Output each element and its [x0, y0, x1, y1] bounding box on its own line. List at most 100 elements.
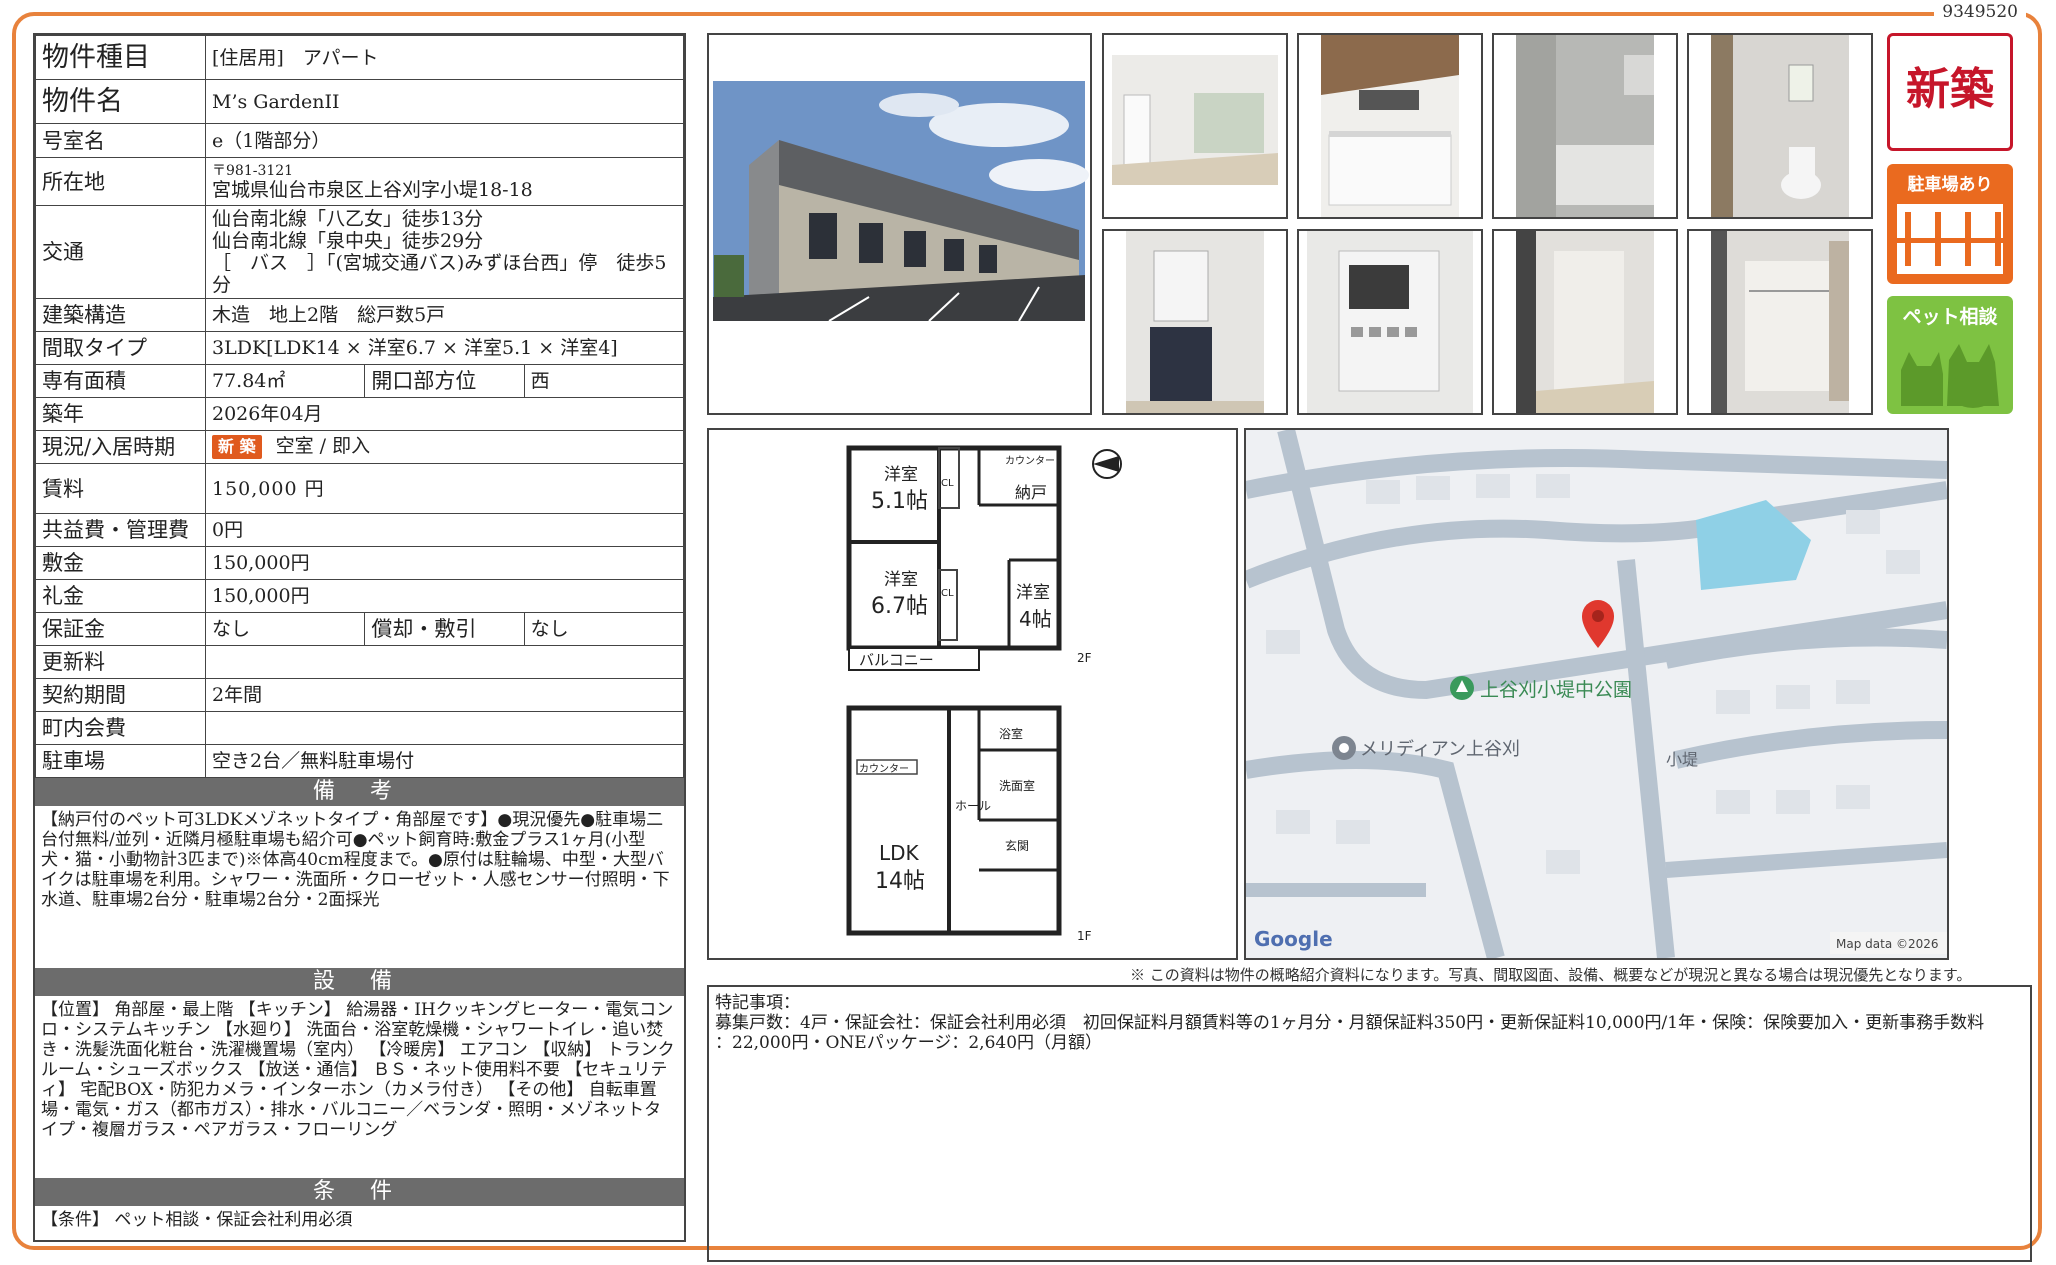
status-label: 現況/入居時期	[35, 430, 206, 464]
status-value: 空室 / 即入	[275, 435, 371, 457]
exterior-photo-image	[709, 35, 1090, 413]
structure-value: 木造 地上2階 総戸数5戸	[205, 298, 684, 332]
map-attribution: Map data ©2026	[1836, 937, 1939, 951]
address-value: 宮城県仙台市泉区上谷刈字小堤18-18	[212, 178, 533, 201]
photo-bathroom	[1492, 33, 1678, 219]
fp-hall: ホール	[955, 799, 991, 813]
intercom-image	[1307, 231, 1473, 413]
photo-washroom	[1102, 229, 1288, 415]
fp-room1-size: 5.1帖	[871, 489, 928, 514]
kitchen-image	[1321, 35, 1459, 217]
map-area-label: 小堤	[1666, 750, 1698, 769]
photo-closet	[1687, 229, 1873, 415]
fp-room2: 洋室	[884, 570, 918, 590]
fp-ldk: LDK	[879, 841, 920, 865]
photo-intercom	[1297, 229, 1483, 415]
photo-kitchen	[1297, 33, 1483, 219]
fp-floor-2f: 2F	[1077, 651, 1092, 665]
location-map[interactable]: 上谷刈小堤中公園 メリディアン上谷刈 小堤 Google Map data ©2…	[1244, 428, 1949, 960]
fp-counter-2f: カウンター	[1005, 455, 1055, 467]
room-label: 号室名	[35, 123, 206, 158]
keymoney-label: 礼金	[35, 579, 206, 613]
name-value: M’s GardenII	[205, 79, 684, 124]
transport-line-3: ［ バス ］「(宮城交通バス)みずほ台西」停 徒歩5分	[212, 252, 667, 296]
status-cell: 新 築 空室 / 即入	[205, 430, 684, 464]
type-value: [住居用] アパート	[205, 35, 684, 80]
contract-label: 契約期間	[35, 678, 206, 712]
special-notes: 特記事項： 募集戸数：4戸・保証会社：保証会社利用必須 初回保証料月額賃料等の1…	[707, 985, 2032, 1262]
pet-badge: ペット相談	[1887, 296, 2013, 414]
parking-badge: 駐車場あり	[1887, 164, 2013, 284]
building-marker-icon	[1332, 736, 1356, 760]
parking-badge-text: 駐車場あり	[1907, 175, 1993, 195]
new-build-badge-text: 新築	[1906, 64, 1994, 115]
fp-room1: 洋室	[884, 465, 918, 485]
guarantee-value: なし	[204, 612, 366, 646]
amort-value: なし	[523, 612, 685, 646]
park-marker-icon	[1450, 676, 1474, 700]
pet-silhouette-icon	[1901, 344, 1999, 408]
conditions-heading: 条 件	[35, 1178, 684, 1206]
renewal-value	[205, 645, 684, 679]
fp-balcony: バルコニー	[859, 651, 934, 669]
map-apartment-label: メリディアン上谷刈	[1360, 739, 1520, 760]
conditions-text: 【条件】 ペット相談・保証会社利用必須	[41, 1210, 353, 1230]
structure-label: 建築構造	[35, 298, 206, 332]
pet-badge-text: ペット相談	[1902, 306, 1998, 328]
property-id: 9349520	[1934, 2, 2026, 22]
living-room-image	[1112, 55, 1278, 185]
fp-cl-1: CL	[941, 478, 954, 489]
map-drawing: 上谷刈小堤中公園 メリディアン上谷刈 小堤 Google Map data ©2…	[1246, 430, 1947, 958]
exterior-photo	[707, 33, 1092, 415]
rent-label: 賃料	[35, 463, 206, 514]
fp-entrance: 玄関	[1005, 838, 1029, 853]
north-arrow-icon	[1092, 449, 1122, 479]
photo-storage	[1492, 229, 1678, 415]
type-label: 物件種目	[35, 35, 206, 80]
new-build-badge-large: 新築	[1887, 33, 2013, 151]
parking-lot-icon	[1897, 204, 2003, 274]
rent-value: 150,000 円	[205, 463, 684, 514]
parking-value: 空き2台／無料駐車場付	[205, 744, 684, 778]
assoc-label: 町内会費	[35, 711, 206, 745]
floor-plan: 洋室 5.1帖 洋室 6.7帖 洋室 4帖 納戸 カウンター CL CL バルコ…	[707, 428, 1238, 960]
layout-label: 間取タイプ	[35, 331, 206, 365]
fp-counter-1f: カウンター	[859, 763, 909, 775]
address-zip: 〒981-3121	[212, 162, 294, 179]
direction-value: 西	[523, 364, 685, 398]
disclaimer-note: ※ この資料は物件の概略紹介資料になります。写真、間取図面、設備、概要などが現況…	[1130, 966, 1972, 984]
new-build-badge: 新 築	[212, 435, 262, 459]
transport-cell: 仙台南北線「八乙女」徒歩13分 仙台南北線「泉中央」徒歩29分 ［ バス ］「(…	[205, 205, 684, 299]
contract-value: 2年間	[205, 678, 684, 712]
guarantee-label: 保証金	[35, 612, 206, 646]
fp-ldk-size: 14帖	[875, 869, 925, 894]
address-label: 所在地	[35, 157, 206, 206]
bathroom-image	[1516, 35, 1654, 217]
area-value: 77.84㎡	[204, 364, 366, 398]
special-notes-line-2: ：22,000円・ONEパッケージ：2,640円（月額）	[715, 1033, 1103, 1053]
floor-plan-drawing: 洋室 5.1帖 洋室 6.7帖 洋室 4帖 納戸 カウンター CL CL バルコ…	[846, 445, 1122, 943]
built-label: 築年	[35, 397, 206, 431]
assoc-value	[205, 711, 684, 745]
washroom-image	[1126, 231, 1264, 413]
fp-storage: 納戸	[1015, 483, 1047, 502]
parking-label: 駐車場	[35, 744, 206, 778]
remarks-text: 【納戸付のペット可3LDKメゾネットタイプ・角部屋です】●現況優先●駐車場二台付…	[41, 810, 670, 910]
closet-image	[1711, 231, 1849, 413]
fp-wash: 洗面室	[999, 778, 1035, 793]
fee-label: 共益費・管理費	[35, 513, 206, 547]
google-logo: Google	[1254, 927, 1333, 951]
transport-line-1: 仙台南北線「八乙女」徒歩13分	[212, 208, 484, 230]
toilet-image	[1711, 35, 1849, 217]
fp-bath: 浴室	[999, 726, 1023, 741]
deposit-value: 150,000円	[205, 546, 684, 580]
name-label: 物件名	[35, 79, 206, 124]
fp-floor-1f: 1F	[1077, 929, 1092, 943]
special-notes-title: 特記事項：	[715, 993, 800, 1013]
keymoney-value: 150,000円	[205, 579, 684, 613]
special-notes-line-1: 募集戸数：4戸・保証会社：保証会社利用必須 初回保証料月額賃料等の1ヶ月分・月額…	[715, 1013, 1985, 1033]
remarks-heading: 備 考	[35, 778, 684, 806]
storage-image	[1516, 231, 1654, 413]
photo-toilet	[1687, 33, 1873, 219]
fp-room3: 洋室	[1016, 583, 1050, 603]
